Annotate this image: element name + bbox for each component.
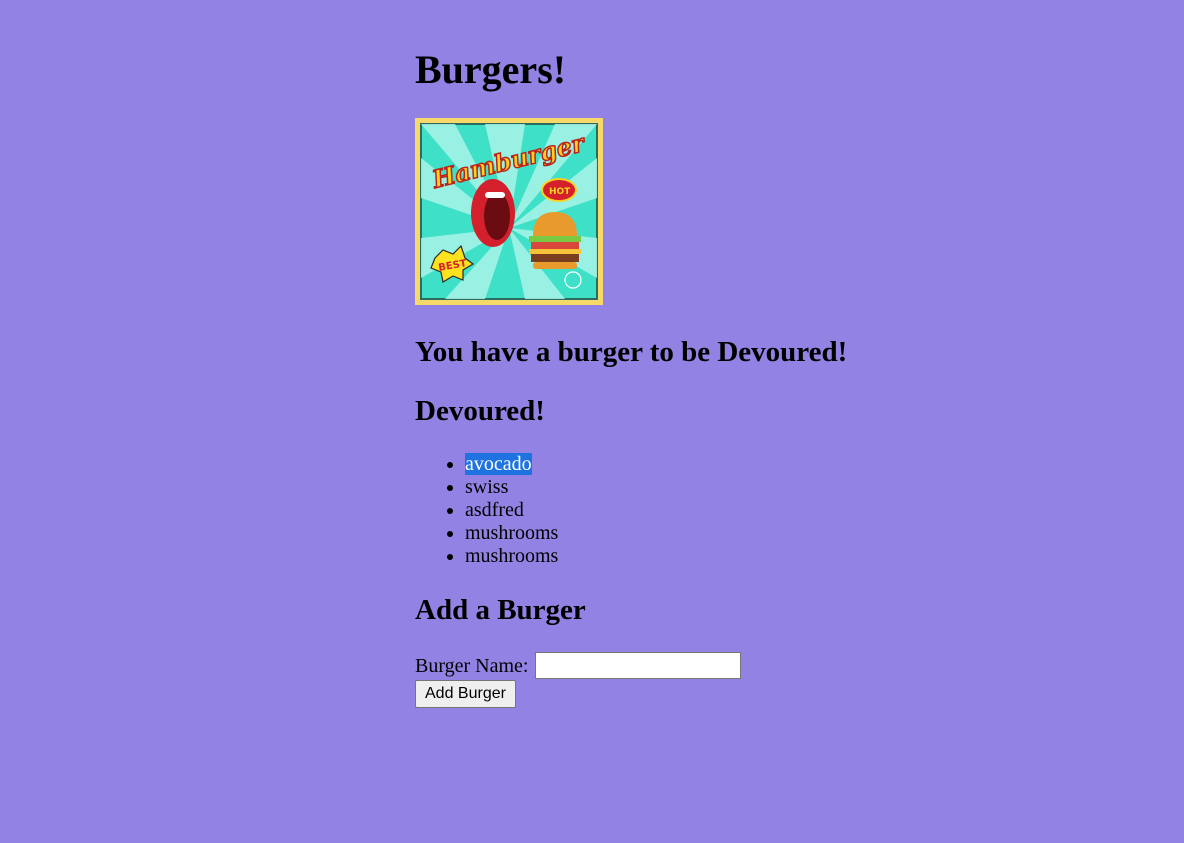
devoured-item-label: avocado — [465, 453, 532, 475]
list-item: avocado — [465, 453, 558, 476]
burger-name-label: Burger Name: — [415, 654, 529, 677]
add-burger-button[interactable]: Add Burger — [415, 680, 516, 708]
devoured-item-label: mushrooms — [465, 545, 559, 567]
burger-name-row: Burger Name: — [415, 652, 741, 679]
devoured-item-label: asdfred — [465, 499, 524, 521]
list-item: swiss — [465, 476, 558, 499]
list-item: asdfred — [465, 499, 558, 522]
burger-name-input[interactable] — [534, 652, 741, 679]
svg-text:HOT: HOT — [549, 187, 571, 197]
page-title: Burgers! — [415, 47, 567, 92]
list-item: mushrooms — [465, 522, 558, 545]
devoured-heading: Devoured! — [415, 395, 545, 427]
devoured-item-label: swiss — [465, 476, 509, 498]
to-devour-heading: You have a burger to be Devoured! — [415, 336, 848, 368]
add-burger-heading: Add a Burger — [415, 594, 586, 626]
devoured-item-label: mushrooms — [465, 522, 559, 544]
devoured-list: avocado swiss asdfred mushrooms mushroom… — [415, 453, 558, 568]
list-item: mushrooms — [465, 545, 558, 568]
add-burger-form: Burger Name: Add Burger — [415, 652, 741, 708]
hamburger-logo-image: Hamburger HOT BEST — [415, 118, 603, 305]
